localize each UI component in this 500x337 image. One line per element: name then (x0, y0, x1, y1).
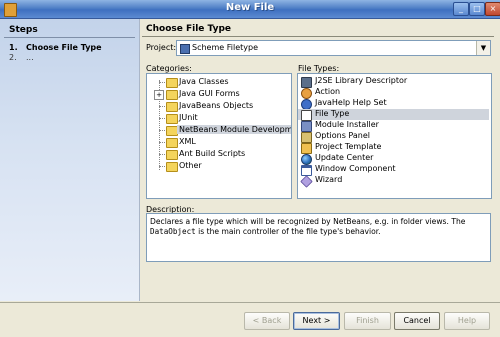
panel-title: Choose File Type (146, 24, 232, 34)
panel-divider (142, 36, 494, 37)
category-label: XML (179, 137, 196, 146)
file-type-label: Action (315, 87, 341, 96)
wizard-icon (300, 175, 313, 188)
project-value: Scheme Filetype (192, 43, 258, 52)
file-type-item[interactable]: Module Installer (298, 120, 489, 132)
project-dropdown[interactable]: Scheme Filetype ▼ (176, 40, 491, 56)
category-label: NetBeans Module Development (177, 125, 291, 134)
categories-label: Categories: (146, 64, 192, 73)
description-box: Declares a file type which will be recog… (146, 213, 491, 262)
file-type-label: Project Template (315, 142, 382, 151)
file-type-item[interactable]: Project Template (298, 142, 489, 154)
file-type-item[interactable]: Action (298, 87, 489, 99)
title-bar[interactable]: New File _ □ × (0, 0, 500, 19)
file-type-label: J2SE Library Descriptor (315, 76, 408, 85)
folder-icon (166, 102, 178, 112)
file-type-label: File Type (315, 109, 350, 118)
cancel-button[interactable]: Cancel (394, 312, 440, 330)
description-text: Declares a file type which will be recog… (150, 217, 466, 236)
project-label: Project: (146, 43, 177, 52)
steps-pane: Steps 1. Choose File Type 2.... (0, 19, 140, 301)
minimize-icon: _ (459, 4, 463, 13)
maximize-button[interactable]: □ (469, 2, 485, 16)
file-type-item-selected[interactable]: File Type (298, 109, 489, 121)
help-button[interactable]: Help (444, 312, 490, 330)
file-types-list[interactable]: J2SE Library Descriptor Action JavaHelp … (297, 73, 492, 199)
expand-icon[interactable]: + (154, 90, 164, 100)
window-title: New File (225, 2, 275, 13)
folder-icon (166, 78, 178, 88)
category-label: Java GUI Forms (179, 89, 240, 98)
file-types-label: File Types: (298, 64, 340, 73)
file-type-item[interactable]: JavaHelp Help Set (298, 98, 489, 110)
step-1: 1. Choose File Type (9, 43, 102, 52)
step-number: 1. (9, 43, 18, 52)
category-label: Other (179, 161, 202, 170)
description-code: DataObject (150, 227, 196, 236)
category-label: Ant Build Scripts (179, 149, 246, 158)
step-label: Choose File Type (26, 43, 102, 52)
file-type-item[interactable]: Update Center (298, 153, 489, 165)
file-type-label: Wizard (315, 175, 343, 184)
step-2: 2.... (9, 53, 34, 62)
folder-icon (166, 162, 178, 172)
close-button[interactable]: × (485, 2, 500, 16)
step-label: ... (26, 53, 34, 62)
button-bar-divider (0, 302, 500, 303)
category-label: JavaBeans Objects (179, 101, 254, 110)
folder-icon (166, 150, 178, 160)
project-icon (180, 44, 190, 54)
category-label: JUnit (179, 113, 198, 122)
file-type-label: Update Center (315, 153, 374, 162)
steps-title: Steps (9, 25, 38, 35)
folder-icon (166, 138, 178, 148)
step-number: 2. (9, 53, 17, 62)
finish-button[interactable]: Finish (344, 312, 391, 330)
next-button[interactable]: Next > (293, 312, 340, 330)
categories-tree[interactable]: Java Classes + Java GUI Forms JavaBeans … (146, 73, 292, 199)
folder-icon (166, 90, 178, 100)
minimize-button[interactable]: _ (453, 2, 469, 16)
back-button[interactable]: < Back (244, 312, 290, 330)
folder-icon (166, 114, 178, 124)
close-icon: × (489, 4, 497, 13)
file-type-item[interactable]: Options Panel (298, 131, 489, 143)
category-label: Java Classes (179, 77, 229, 86)
file-type-item[interactable]: Wizard (298, 175, 489, 188)
chevron-down-icon[interactable]: ▼ (476, 41, 490, 55)
file-type-item[interactable]: J2SE Library Descriptor (298, 76, 489, 88)
file-type-item[interactable]: Window Component (298, 164, 489, 176)
file-type-label: Options Panel (315, 131, 370, 140)
steps-divider (4, 37, 135, 38)
file-type-label: Module Installer (315, 120, 379, 129)
new-file-dialog: New File _ □ × Steps 1. Choose File Type … (0, 0, 500, 337)
maximize-icon: □ (473, 4, 481, 13)
file-type-label: Window Component (315, 164, 396, 173)
file-type-label: JavaHelp Help Set (315, 98, 387, 107)
